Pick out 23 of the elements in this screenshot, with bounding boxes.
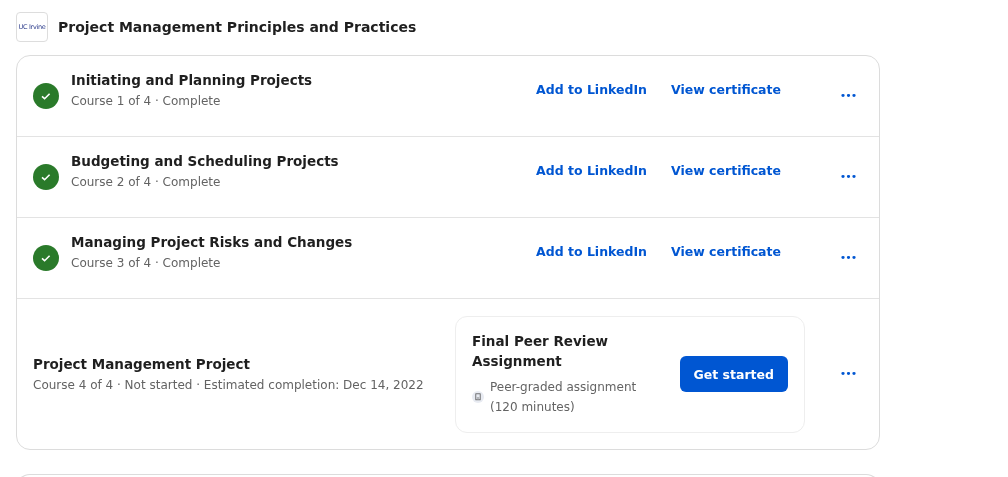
course-title: Managing Project Risks and Changes (71, 234, 354, 250)
action-link[interactable]: Add to LinkedIn (536, 162, 647, 178)
program-title: Project Management Principles and Practices (58, 19, 417, 35)
assignment-detail: Peer-graded assignment (120 minutes) (490, 379, 638, 416)
action-link[interactable]: View certificate (671, 243, 781, 259)
action-link[interactable]: View certificate (671, 162, 781, 178)
action-link[interactable]: Add to LinkedIn (536, 243, 647, 259)
course-status: Course 3 of 4 · Complete (71, 256, 222, 270)
action-link[interactable]: View certificate (671, 81, 781, 97)
action-link[interactable]: Add to LinkedIn (536, 81, 647, 97)
course-title: Initiating and Planning Projects (71, 72, 314, 88)
more-options-button[interactable]: ••• (833, 366, 863, 380)
document-icon (472, 391, 484, 403)
course-status: Course 1 of 4 · Complete (71, 94, 222, 108)
assignment-title: Final Peer Review Assignment (472, 332, 610, 371)
course-status: Course 2 of 4 · Complete (71, 175, 222, 189)
more-options-button[interactable]: ••• (833, 250, 863, 264)
course-title: Project Management Project (33, 356, 251, 372)
get-started-button[interactable]: Get started (679, 356, 788, 392)
more-options-button[interactable]: ••• (833, 169, 863, 183)
more-options-button[interactable]: ••• (833, 88, 863, 102)
course-title: Budgeting and Scheduling Projects (71, 153, 340, 169)
course-status: Course 4 of 4 · Not started · Estimated completion: Dec 14, 2022 (33, 378, 425, 392)
